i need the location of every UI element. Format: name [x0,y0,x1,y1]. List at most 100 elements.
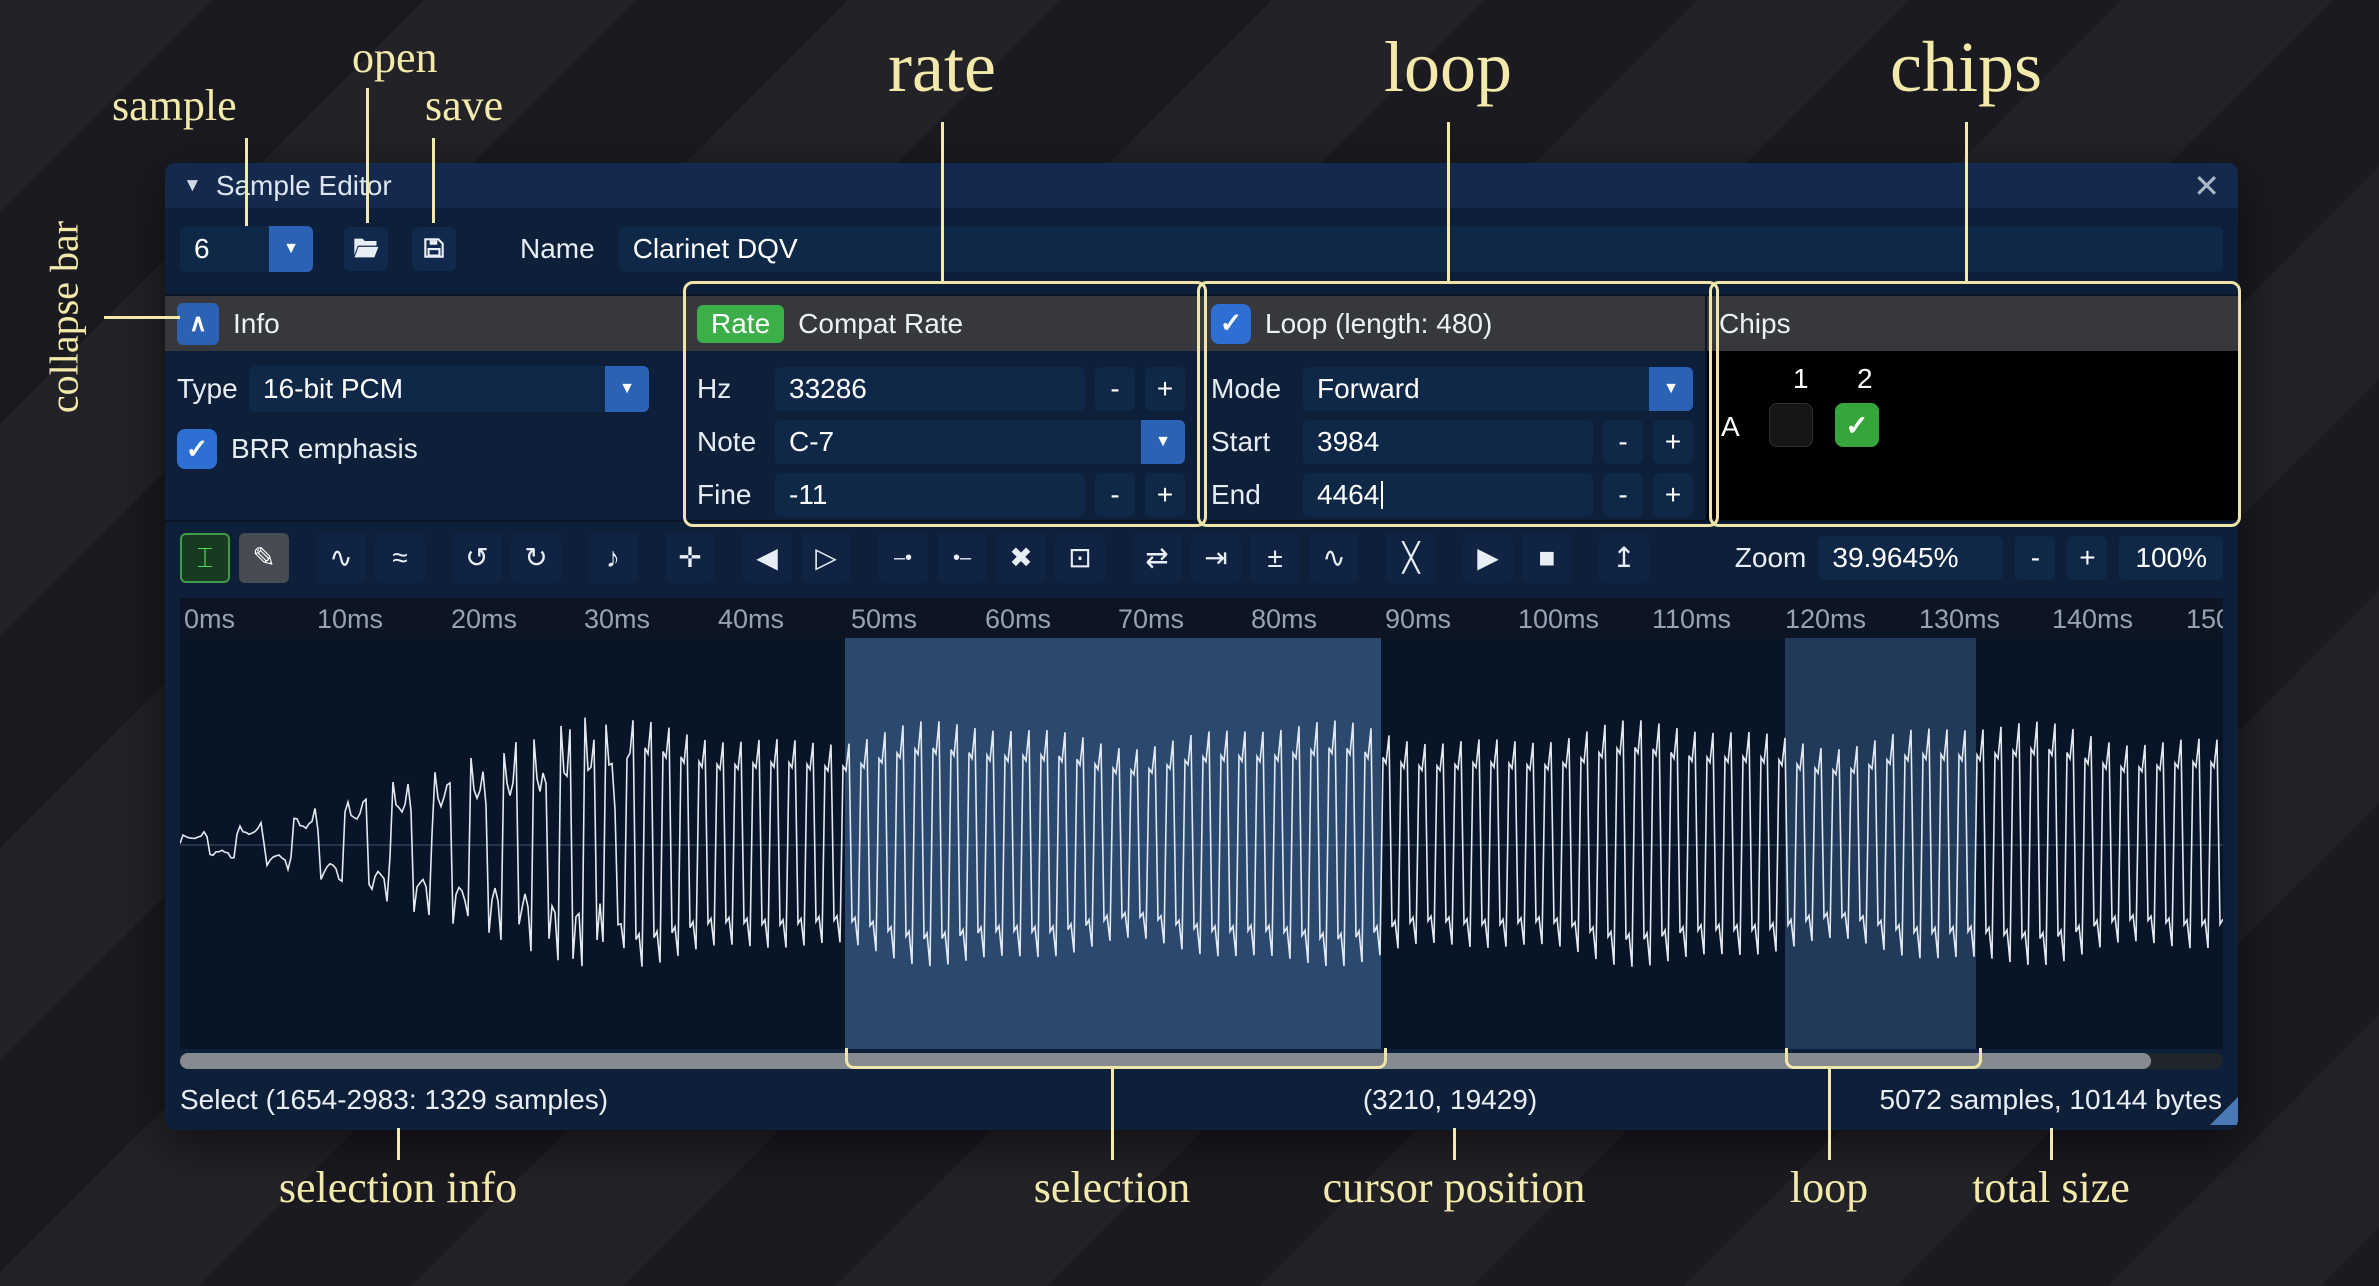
text-caret [1381,481,1383,509]
insert-wave-button[interactable]: ∿ [316,533,366,583]
play-forward-button[interactable]: ▷ [801,533,851,583]
annotation-open: open [352,32,438,83]
crossfade-button[interactable]: ╳ [1386,533,1436,583]
play-sample-button[interactable]: ▶ [1463,533,1513,583]
zoom-reset-button[interactable]: 100% [2119,536,2223,580]
zoom-group: Zoom 39.9645% - + 100% [1735,536,2223,580]
annotation-loop-marker: loop [1790,1162,1868,1213]
invert-sign-button[interactable]: ± [1250,533,1300,583]
chevron-down-icon[interactable]: ▼ [1141,420,1185,464]
total-size-text: 5072 samples, 10144 bytes [1880,1084,2222,1116]
loop-end-value: 4464 [1303,479,1379,511]
save-button[interactable] [412,227,456,271]
leader-line-loop-marker [1828,1068,1831,1160]
redo-button[interactable]: ↻ [511,533,561,583]
waveform-view[interactable] [180,638,2223,1049]
note-dropdown[interactable]: C-7 ▼ [775,420,1185,464]
annotation-save: save [425,80,503,131]
horizontal-scrollbar[interactable] [180,1053,2223,1069]
brr-emphasis-label: BRR emphasis [231,433,418,465]
type-label: Type [177,373,249,405]
brr-emphasis-checkbox[interactable]: ✓ [177,429,217,469]
annotation-collapse-bar: collapse bar [41,221,88,413]
loop-start-input[interactable]: 3984 [1303,420,1593,464]
zoom-out-button[interactable]: - [2015,536,2055,580]
play-backward-icon: ◀ [756,544,778,572]
ruler-label: 120ms [1785,604,1866,635]
annotation-loop: loop [1384,26,1512,109]
hz-input[interactable]: 33286 [775,367,1085,411]
fine-label: Fine [697,479,775,511]
ruler-label: 130ms [1919,604,2000,635]
sample-editor-window: ▼ Sample Editor ✕ 6 ▼ Name Clarinet DQV [165,163,2238,1130]
resample-button[interactable]: ≈ [375,533,425,583]
fine-input[interactable]: -11 [775,473,1085,517]
chips-panel-body: 1 2 A ✓ [1707,351,2238,520]
resize-grip[interactable] [2210,1097,2238,1125]
selection-info-text: Select (1654-2983: 1329 samples) [180,1084,608,1116]
collapse-bar-button[interactable]: ∧ [177,303,219,345]
trim-button[interactable]: ⊡ [1055,533,1105,583]
hz-plus-button[interactable]: + [1145,367,1185,411]
loop-panel-body: Mode Forward ▼ Start 3984 - + [1199,351,1705,526]
resample-icon: ≈ [392,544,407,572]
hz-minus-button[interactable]: - [1095,367,1135,411]
close-icon[interactable]: ✕ [2193,167,2220,205]
upload-button[interactable]: ↥ [1599,533,1649,583]
titlebar[interactable]: ▼ Sample Editor ✕ [165,163,2238,208]
crop-icon: ⊡ [1068,544,1091,572]
loop-start-minus-button[interactable]: - [1603,420,1643,464]
sample-number-select[interactable]: 6 ▼ [180,226,313,272]
stop-sample-button[interactable]: ■ [1522,533,1572,583]
loop-end-input[interactable]: 4464 [1303,473,1593,517]
zoom-in-button[interactable]: + [2067,536,2107,580]
edit-cursor-button[interactable]: ⌶ [180,533,230,583]
ruler-label: 40ms [718,604,784,635]
undo-button[interactable]: ↺ [452,533,502,583]
preview-volume-button[interactable]: ♪ [588,533,638,583]
chevron-down-icon[interactable]: ▼ [1649,367,1693,411]
chevron-down-icon[interactable]: ▼ [605,366,649,412]
fade-out-button[interactable]: •‒ [937,533,987,583]
redo-icon: ↻ [524,544,547,572]
fine-minus-button[interactable]: - [1095,473,1135,517]
chips-col-2: 2 [1857,363,1873,395]
select-all-button[interactable]: ✛ [665,533,715,583]
loop-end-minus-button[interactable]: - [1603,473,1643,517]
annotation-rate: rate [888,26,996,109]
scrollbar-thumb[interactable] [180,1053,2151,1069]
shift-button[interactable]: ⇥ [1191,533,1241,583]
window-collapse-icon[interactable]: ▼ [183,175,202,197]
loop-mode-dropdown[interactable]: Forward ▼ [1303,367,1693,411]
chevron-down-icon[interactable]: ▼ [269,226,313,272]
chip-2-checkbox[interactable]: ✓ [1835,403,1879,447]
reverse-button[interactable]: ⇄ [1132,533,1182,583]
folder-icon [352,234,380,265]
filter-icon: ∿ [1322,544,1345,572]
loop-start-plus-button[interactable]: + [1653,420,1693,464]
zoom-label: Zoom [1735,542,1807,574]
loop-enable-checkbox[interactable]: ✓ [1211,304,1251,344]
delete-button[interactable]: ✖ [996,533,1046,583]
chip-1-checkbox[interactable] [1769,403,1813,447]
leader-line-loop [1447,122,1450,281]
rate-mode-button[interactable]: Rate [697,305,784,343]
filter-button[interactable]: ∿ [1309,533,1359,583]
waveform-plot [180,638,2223,1049]
open-button[interactable] [344,227,388,271]
play-backward-button[interactable]: ◀ [742,533,792,583]
name-input[interactable]: Clarinet DQV [619,226,2223,272]
zoom-input[interactable]: 39.9645% [1818,536,2003,580]
hz-value: 33286 [775,373,1085,405]
fine-plus-button[interactable]: + [1145,473,1185,517]
loop-end-plus-button[interactable]: + [1653,473,1693,517]
pencil-button[interactable]: ✎ [239,533,289,583]
ruler-label: 60ms [985,604,1051,635]
speaker-icon: ♪ [606,544,620,572]
type-dropdown[interactable]: 16-bit PCM ▼ [249,366,649,412]
name-label: Name [520,233,595,265]
leader-line-rate [941,122,944,281]
rate-panel: Rate Compat Rate Hz 33286 - + Note [685,296,1199,520]
fade-in-button[interactable]: ‒• [878,533,928,583]
play-icon: ▶ [1477,544,1499,572]
